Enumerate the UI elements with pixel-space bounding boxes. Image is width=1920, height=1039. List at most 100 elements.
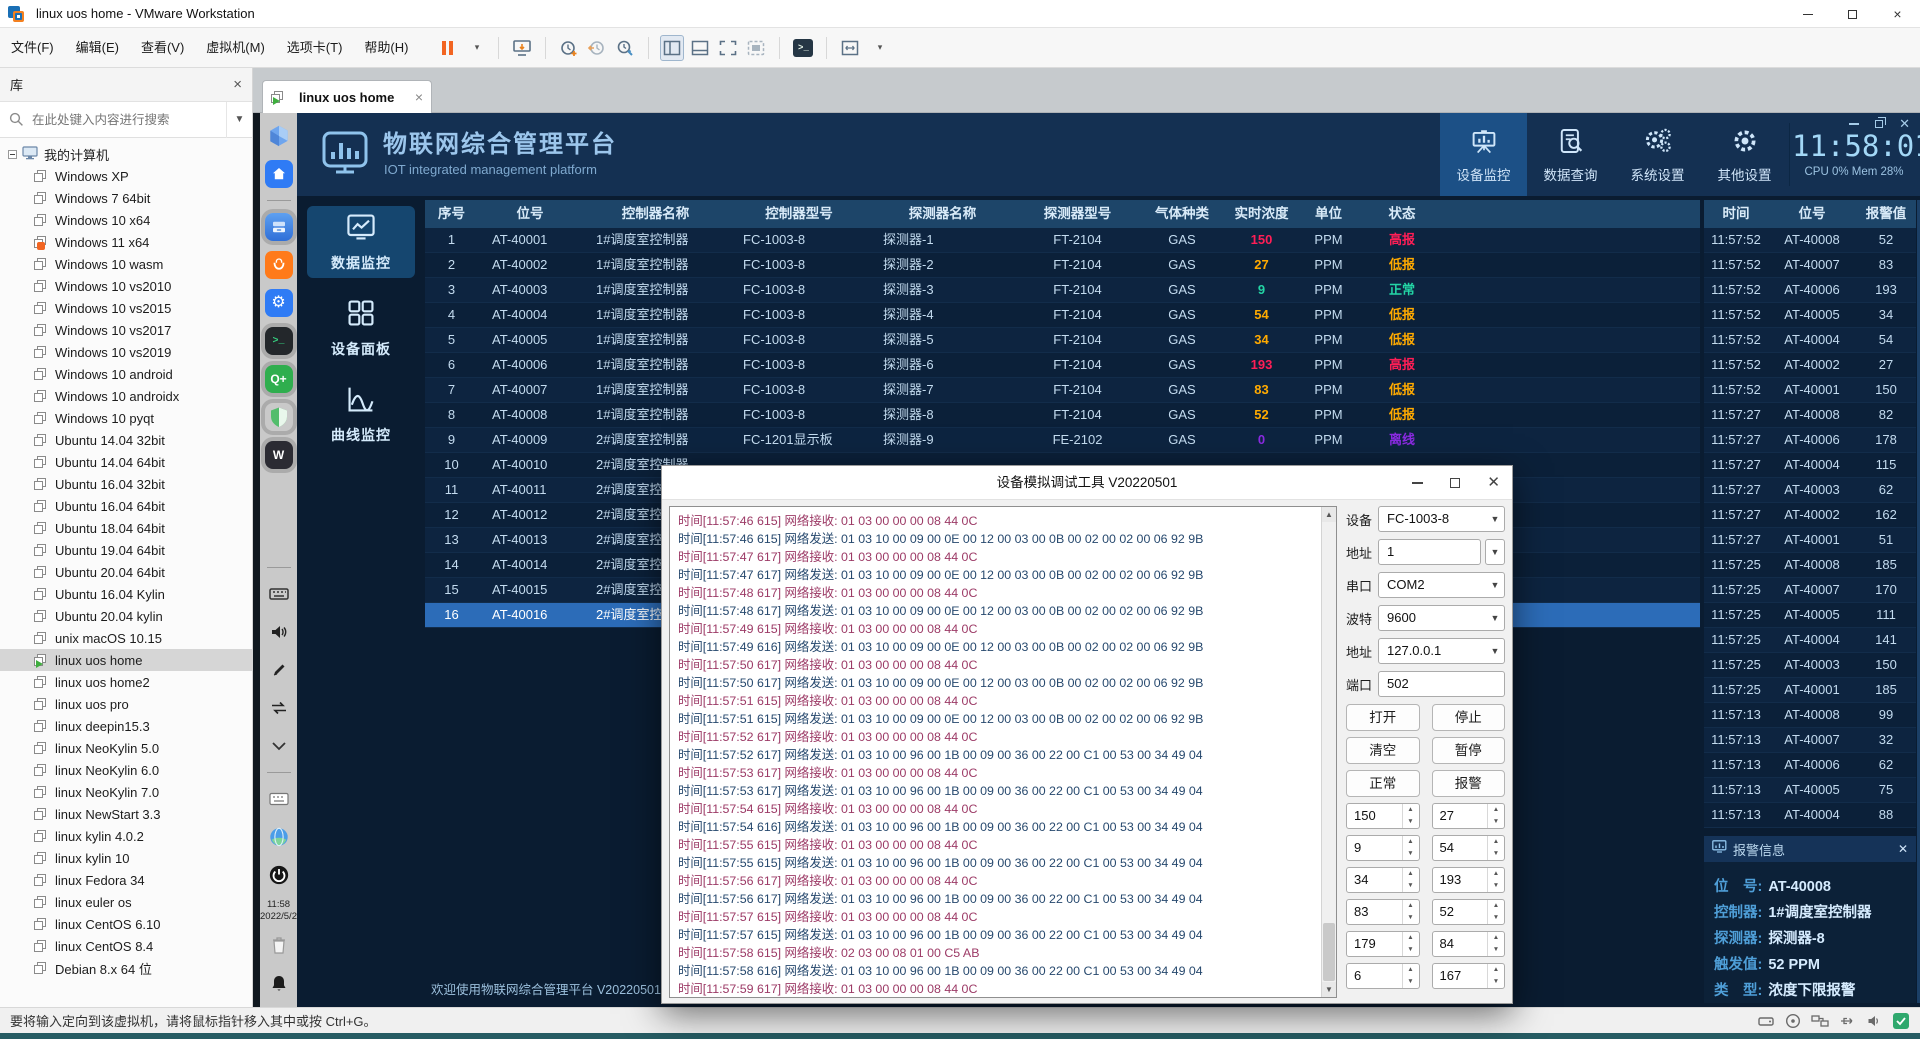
maximize-button[interactable] — [1830, 0, 1875, 28]
alarm-row[interactable]: 11:57:25AT-40001185 — [1704, 678, 1916, 703]
unity-mode-icon[interactable] — [744, 35, 768, 61]
spin-up-icon[interactable]: ▲ — [1488, 836, 1504, 848]
vm-list-item[interactable]: linux uos home2 — [0, 671, 252, 693]
search-dropdown-icon[interactable]: ▼ — [226, 102, 252, 138]
log-scrollbar[interactable]: ▲ ▼ — [1321, 507, 1336, 997]
vm-list-item[interactable]: linux NeoKylin 5.0 — [0, 737, 252, 759]
input-indicator-icon[interactable] — [1892, 1012, 1910, 1030]
value-spinner[interactable]: 167▲▼ — [1432, 963, 1506, 989]
alarm-row[interactable]: 11:57:27AT-40002162 — [1704, 503, 1916, 528]
platform-close-icon[interactable]: ✕ — [1899, 119, 1910, 129]
vm-list-item[interactable]: Windows 10 x64 — [0, 209, 252, 231]
spin-up-icon[interactable]: ▲ — [1488, 964, 1504, 976]
vm-list-item[interactable]: Ubuntu 14.04 64bit — [0, 451, 252, 473]
fullscreen-icon[interactable] — [716, 35, 740, 61]
spin-down-icon[interactable]: ▼ — [1488, 944, 1504, 956]
top-nav-other-settings[interactable]: 其他设置 — [1701, 113, 1788, 196]
vm-list-item[interactable]: Windows 10 pyqt — [0, 407, 252, 429]
fit-dropdown-icon[interactable]: ▾ — [866, 35, 890, 61]
close-button[interactable]: × — [1875, 0, 1920, 28]
tab-linux-uos-home[interactable]: linux uos home × — [262, 80, 432, 113]
vm-list-item[interactable]: linux NeoKylin 6.0 — [0, 759, 252, 781]
alarm-row[interactable]: 11:57:52AT-40001150 — [1704, 378, 1916, 403]
app-store-icon[interactable] — [265, 251, 293, 279]
keyboard-mini-icon[interactable] — [265, 785, 293, 813]
value-spinner[interactable]: 179▲▼ — [1346, 931, 1420, 957]
dialog-titlebar[interactable]: 设备模拟调试工具 V20220501 ✕ — [662, 466, 1512, 500]
vm-list-item[interactable]: linux CentOS 8.4 — [0, 935, 252, 957]
vm-list-item[interactable]: linux uos home — [0, 649, 252, 671]
table-row[interactable]: 7AT-400071#调度室控制器FC-1003-8探测器-7FT-2104GA… — [425, 378, 1700, 403]
value-spinner[interactable]: 193▲▼ — [1432, 867, 1506, 893]
open-button[interactable]: 打开 — [1346, 704, 1420, 731]
addr-dropdown-icon[interactable]: ▼ — [1485, 539, 1505, 565]
trash-icon[interactable] — [265, 931, 293, 959]
alarm-row[interactable]: 11:57:27AT-4000151 — [1704, 528, 1916, 553]
pen-icon[interactable] — [265, 656, 293, 684]
alarm-row[interactable]: 11:57:52AT-4000534 — [1704, 303, 1916, 328]
vm-list-item[interactable]: Windows 10 android — [0, 363, 252, 385]
library-close-icon[interactable]: × — [233, 76, 242, 93]
spinner-buttons[interactable]: ▲▼ — [1402, 804, 1419, 828]
scroll-down-icon[interactable]: ▼ — [1322, 982, 1336, 997]
show-library-icon[interactable] — [660, 35, 684, 61]
value-spinner[interactable]: 27▲▼ — [1432, 803, 1506, 829]
side-nav-data-monitor[interactable]: 数据监控 — [307, 206, 415, 278]
vm-list-item[interactable]: Windows 10 vs2019 — [0, 341, 252, 363]
vm-list-item[interactable]: Windows 10 vs2015 — [0, 297, 252, 319]
vm-list-item[interactable]: linux deepin15.3 — [0, 715, 252, 737]
vm-list-item[interactable]: Debian 8.x 64 位 — [0, 957, 252, 979]
table-row[interactable]: 8AT-400081#调度室控制器FC-1003-8探测器-8FT-2104GA… — [425, 403, 1700, 428]
keyboard-icon[interactable] — [265, 580, 293, 608]
value-spinner[interactable]: 84▲▼ — [1432, 931, 1506, 957]
spinner-buttons[interactable]: ▲▼ — [1487, 900, 1504, 924]
alarm-row[interactable]: 11:57:25AT-40003150 — [1704, 653, 1916, 678]
spin-down-icon[interactable]: ▼ — [1488, 880, 1504, 892]
menu-item[interactable]: 文件(F) — [0, 28, 65, 68]
spinner-buttons[interactable]: ▲▼ — [1487, 964, 1504, 988]
vm-list-item[interactable]: Ubuntu 16.04 64bit — [0, 495, 252, 517]
vm-list-item[interactable]: Ubuntu 19.04 64bit — [0, 539, 252, 561]
table-row[interactable]: 2AT-400021#调度室控制器FC-1003-8探测器-2FT-2104GA… — [425, 253, 1700, 278]
spin-down-icon[interactable]: ▼ — [1488, 816, 1504, 828]
value-spinner[interactable]: 9▲▼ — [1346, 835, 1420, 861]
pause-dropdown-icon[interactable]: ▾ — [463, 35, 487, 61]
alarm-row[interactable]: 11:57:52AT-4000454 — [1704, 328, 1916, 353]
value-spinner[interactable]: 83▲▼ — [1346, 899, 1420, 925]
send-ctrl-alt-del-icon[interactable] — [510, 35, 534, 61]
normal-button[interactable]: 正常 — [1346, 770, 1420, 797]
expander-icon[interactable] — [8, 150, 17, 159]
snapshot-revert-icon[interactable] — [585, 35, 609, 61]
vm-list-item[interactable]: Ubuntu 20.04 kylin — [0, 605, 252, 627]
spinner-buttons[interactable]: ▲▼ — [1487, 804, 1504, 828]
port-input[interactable]: 502 — [1378, 671, 1505, 697]
dialog-maximize-icon[interactable] — [1450, 478, 1460, 488]
spinner-buttons[interactable]: ▲▼ — [1487, 868, 1504, 892]
show-thumbnail-bar-icon[interactable] — [688, 35, 712, 61]
alarm-row[interactable]: 11:57:52AT-4000852 — [1704, 228, 1916, 253]
menu-item[interactable]: 帮助(H) — [353, 28, 419, 68]
alarm-row[interactable]: 11:57:27AT-40006178 — [1704, 428, 1916, 453]
value-spinner[interactable]: 34▲▼ — [1346, 867, 1420, 893]
spin-up-icon[interactable]: ▲ — [1403, 932, 1419, 944]
table-row[interactable]: 4AT-400041#调度室控制器FC-1003-8探测器-4FT-2104GA… — [425, 303, 1700, 328]
menu-item[interactable]: 编辑(E) — [65, 28, 130, 68]
terminal-icon[interactable]: >_ — [265, 327, 293, 355]
table-row[interactable]: 1AT-400011#调度室控制器FC-1003-8探测器-1FT-2104GA… — [425, 228, 1700, 253]
table-row[interactable]: 5AT-400051#调度室控制器FC-1003-8探测器-5FT-2104GA… — [425, 328, 1700, 353]
vm-list-item[interactable]: linux CentOS 6.10 — [0, 913, 252, 935]
spin-up-icon[interactable]: ▲ — [1488, 900, 1504, 912]
pause-button[interactable]: 暂停 — [1432, 737, 1506, 764]
control-center-icon[interactable]: ⚙ — [265, 289, 293, 317]
bell-icon[interactable] — [265, 969, 293, 997]
device-select[interactable]: FC-1003-8▼ — [1378, 506, 1505, 532]
stop-button[interactable]: 停止 — [1432, 704, 1506, 731]
snapshot-take-icon[interactable] — [557, 35, 581, 61]
spinner-buttons[interactable]: ▲▼ — [1487, 932, 1504, 956]
alarm-row[interactable]: 11:57:25AT-40008185 — [1704, 553, 1916, 578]
snapshot-manager-icon[interactable] — [613, 35, 637, 61]
clear-button[interactable]: 清空 — [1346, 737, 1420, 764]
table-row[interactable]: 6AT-400061#调度室控制器FC-1003-8探测器-6FT-2104GA… — [425, 353, 1700, 378]
alarm-row[interactable]: 11:57:13AT-4000488 — [1704, 803, 1916, 828]
spin-down-icon[interactable]: ▼ — [1403, 976, 1419, 988]
